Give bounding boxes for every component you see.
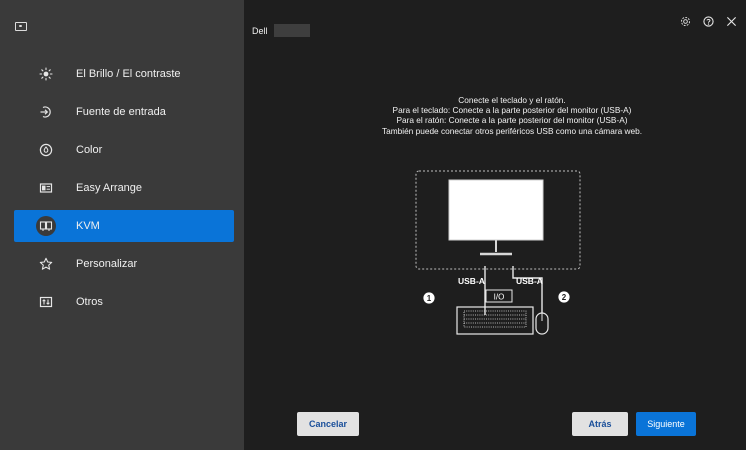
easy-arrange-icon xyxy=(36,178,56,198)
instructions-text: Conecte el teclado y el ratón. Para el t… xyxy=(322,95,702,136)
kvm-connection-diagram: USB-A USB-A 1 2 I/O xyxy=(415,170,581,335)
sidebar-item-kvm[interactable]: KVM xyxy=(14,210,234,242)
sidebar-item-input-source[interactable]: Fuente de entrada xyxy=(14,96,234,128)
sidebar-item-personalize[interactable]: Personalizar xyxy=(14,248,234,280)
gear-icon[interactable] xyxy=(679,15,692,28)
sidebar-item-easy-arrange[interactable]: Easy Arrange xyxy=(14,172,234,204)
sidebar-item-label: Color xyxy=(76,144,103,156)
main-panel: Dell Conecte el teclado y el ratón. Para… xyxy=(244,0,746,450)
sidebar-item-label: El Brillo / El contraste xyxy=(76,68,181,80)
io-label: I/O xyxy=(494,292,505,301)
sidebar: El Brillo / El contraste Fuente de entra… xyxy=(0,0,244,450)
cancel-button[interactable]: Cancelar xyxy=(297,412,359,436)
instruction-line: También puede conectar otros periféricos… xyxy=(381,125,643,136)
brand-label: Dell xyxy=(252,26,268,36)
port-right-label: USB-A xyxy=(516,276,543,286)
brightness-icon xyxy=(36,64,56,84)
sidebar-item-brightness-contrast[interactable]: El Brillo / El contraste xyxy=(14,58,234,90)
kvm-icon xyxy=(36,216,56,236)
app-logo-icon xyxy=(15,22,27,31)
mouse-cable xyxy=(512,266,543,313)
sidebar-item-color[interactable]: Color xyxy=(14,134,234,166)
sidebar-item-label: Fuente de entrada xyxy=(76,106,166,118)
instruction-line: Para el teclado: Conecte a la parte post… xyxy=(392,105,632,116)
help-icon[interactable] xyxy=(702,15,715,28)
next-button[interactable]: Siguiente xyxy=(636,412,696,436)
sidebar-item-label: KVM xyxy=(76,220,100,232)
color-icon xyxy=(36,140,56,160)
sidebar-item-label: Otros xyxy=(76,296,103,308)
model-name-redaction xyxy=(274,24,310,37)
svg-text:1: 1 xyxy=(427,294,432,303)
back-button[interactable]: Atrás xyxy=(572,412,628,436)
others-icon xyxy=(36,292,56,312)
input-source-icon xyxy=(36,102,56,122)
sidebar-item-label: Personalizar xyxy=(76,258,138,270)
instruction-line: Para el ratón: Conecte a la parte poster… xyxy=(396,115,628,126)
window-controls xyxy=(679,15,738,28)
sidebar-item-label: Easy Arrange xyxy=(76,182,143,194)
app-window: El Brillo / El contraste Fuente de entra… xyxy=(0,0,746,450)
sidebar-item-others[interactable]: Otros xyxy=(14,286,234,318)
star-icon xyxy=(36,254,56,274)
instruction-line: Conecte el teclado y el ratón. xyxy=(458,95,566,105)
svg-text:2: 2 xyxy=(562,293,567,302)
port-left-label: USB-A xyxy=(458,276,485,286)
close-icon[interactable] xyxy=(725,15,738,28)
monitor-screen xyxy=(448,179,544,241)
